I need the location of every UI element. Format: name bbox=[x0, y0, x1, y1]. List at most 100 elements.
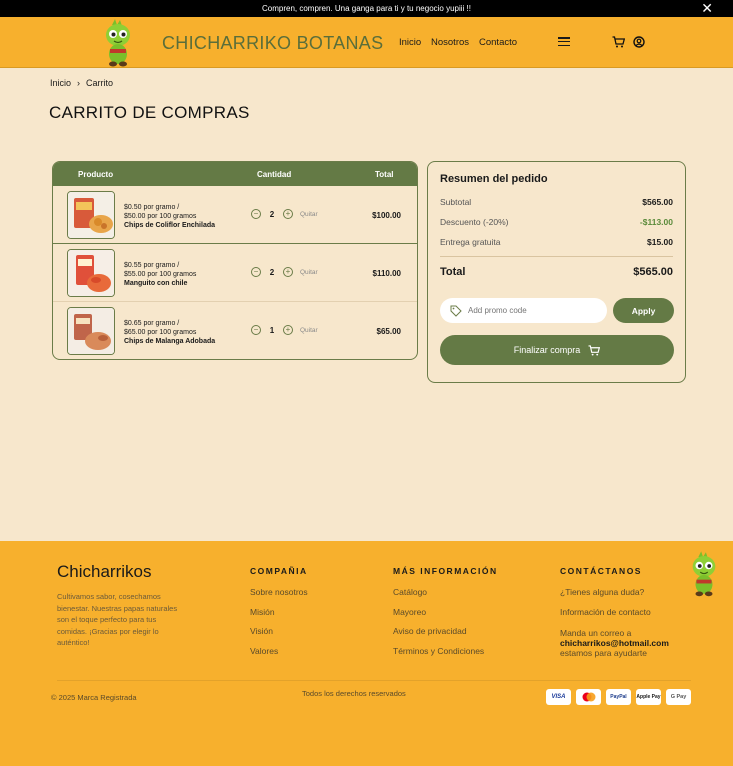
cart-icon bbox=[588, 344, 601, 356]
breadcrumb-current: Carrito bbox=[86, 78, 114, 88]
remove-button[interactable]: Quitar bbox=[300, 327, 318, 334]
copyright: © 2025 Marca Registrada bbox=[51, 693, 137, 702]
footer-link-mision[interactable]: Misión bbox=[250, 607, 308, 627]
decrease-qty-button[interactable]: − bbox=[251, 209, 261, 219]
footer-link-valores[interactable]: Valores bbox=[250, 646, 308, 666]
announcement-text: Compren, compren. Una ganga para ti y tu… bbox=[261, 4, 471, 13]
rights-text: Todos los derechos reservados bbox=[302, 689, 406, 698]
tag-icon bbox=[450, 305, 462, 317]
product-info: $0.55 por gramo / $55.00 por 100 gramos … bbox=[124, 261, 196, 288]
footer-link-terminos[interactable]: Términos y Condiciones bbox=[393, 646, 498, 666]
footer-link-contacto[interactable]: Información de contacto bbox=[560, 607, 669, 627]
line-total: $110.00 bbox=[372, 269, 401, 278]
order-summary: Resumen del pedido Subtotal $565.00 Desc… bbox=[427, 161, 686, 383]
price-per-100g: $65.00 por 100 gramos bbox=[124, 329, 197, 336]
paypal-icon: PayPal bbox=[606, 689, 631, 705]
footer-link-mayoreo[interactable]: Mayoreo bbox=[393, 607, 498, 627]
line-total: $65.00 bbox=[376, 327, 401, 336]
subtotal-line: Subtotal $565.00 bbox=[440, 197, 673, 207]
mascot-icon bbox=[692, 551, 716, 597]
price-per-100g: $50.00 por 100 gramos bbox=[124, 213, 197, 220]
header-quantity: Cantidad bbox=[257, 170, 292, 179]
close-icon[interactable]: ✕ bbox=[701, 1, 713, 15]
breadcrumb-home[interactable]: Inicio bbox=[50, 78, 71, 88]
footer-contact-col: CONTÁCTANOS ¿Tienes alguna duda? Informa… bbox=[560, 566, 669, 658]
product-name[interactable]: Manguito con chile bbox=[124, 279, 196, 288]
remove-button[interactable]: Quitar bbox=[300, 211, 318, 218]
footer-link-vision[interactable]: Visión bbox=[250, 626, 308, 646]
cart-icon[interactable] bbox=[612, 36, 625, 48]
contact-email[interactable]: chicharrikos@hotmail.com bbox=[560, 638, 669, 648]
discount-line: Descuento (-20%) -$113.00 bbox=[440, 217, 673, 227]
footer-link-catalogo[interactable]: Catálogo bbox=[393, 587, 498, 607]
checkout-label: Finalizar compra bbox=[513, 345, 581, 355]
product-image[interactable] bbox=[67, 307, 115, 355]
summary-divider bbox=[440, 256, 673, 257]
footer-mail-text: Manda un correo a chicharrikos@hotmail.c… bbox=[560, 628, 669, 658]
footer-company-title: COMPAÑIA bbox=[250, 566, 308, 576]
apple-pay-icon: Apple Pay bbox=[636, 689, 661, 705]
increase-qty-button[interactable]: + bbox=[283, 209, 293, 219]
quantity-value: 2 bbox=[269, 267, 275, 277]
footer-description: Cultivamos sabor, cosechamos bienestar. … bbox=[57, 592, 178, 647]
nav-contacto[interactable]: Contacto bbox=[479, 37, 517, 48]
quantity-stepper: − 1 + Quitar bbox=[251, 325, 318, 335]
chevron-right-icon: › bbox=[77, 78, 81, 88]
decrease-qty-button[interactable]: − bbox=[251, 325, 261, 335]
price-per-gram: $0.65 por gramo / bbox=[124, 320, 180, 327]
increase-qty-button[interactable]: + bbox=[283, 267, 293, 277]
footer-divider bbox=[57, 680, 691, 681]
increase-qty-button[interactable]: + bbox=[283, 325, 293, 335]
page-title: CARRITO DE COMPRAS bbox=[49, 103, 250, 122]
promo-input[interactable] bbox=[468, 306, 598, 315]
quantity-stepper: − 2 + Quitar bbox=[251, 209, 318, 219]
site-footer: Chicharrikos Cultivamos sabor, cosechamo… bbox=[0, 541, 733, 766]
nav-nosotros[interactable]: Nosotros bbox=[431, 37, 469, 48]
apply-button[interactable]: Apply bbox=[613, 298, 674, 323]
line-total: $100.00 bbox=[372, 211, 401, 220]
breadcrumb: Inicio › Carrito bbox=[50, 78, 113, 88]
delivery-line: Entrega gratuita $15.00 bbox=[440, 237, 673, 247]
cart-table-header: Producto Cantidad Total bbox=[53, 162, 417, 186]
product-info: $0.50 por gramo / $50.00 por 100 gramos … bbox=[124, 203, 215, 230]
payment-methods: VISA PayPal Apple Pay G Pay bbox=[546, 689, 691, 705]
mail-suffix: estamos para ayudarte bbox=[560, 648, 647, 658]
cart-row: $0.55 por gramo / $55.00 por 100 gramos … bbox=[53, 244, 417, 302]
promo-field[interactable] bbox=[440, 298, 607, 323]
footer-link-privacidad[interactable]: Aviso de privacidad bbox=[393, 626, 498, 646]
user-icon[interactable] bbox=[633, 36, 645, 48]
header-product: Producto bbox=[78, 170, 114, 179]
delivery-label: Entrega gratuita bbox=[440, 237, 501, 247]
total-value: $565.00 bbox=[633, 266, 673, 278]
subtotal-label: Subtotal bbox=[440, 197, 472, 207]
product-name[interactable]: Chips de Malanga Adobada bbox=[124, 337, 215, 346]
discount-value: -$113.00 bbox=[639, 217, 673, 227]
price-per-gram: $0.55 por gramo / bbox=[124, 262, 180, 269]
quantity-stepper: − 2 + Quitar bbox=[251, 267, 318, 277]
nav-inicio[interactable]: Inicio bbox=[399, 37, 421, 48]
footer-contact-title: CONTÁCTANOS bbox=[560, 566, 642, 576]
footer-link-duda[interactable]: ¿Tienes alguna duda? bbox=[560, 587, 669, 607]
footer-brand: Chicharrikos bbox=[57, 562, 152, 581]
mastercard-icon bbox=[576, 689, 601, 705]
menu-icon[interactable] bbox=[558, 37, 570, 47]
product-image[interactable] bbox=[67, 191, 115, 239]
subtotal-value: $565.00 bbox=[642, 197, 673, 207]
product-info: $0.65 por gramo / $65.00 por 100 gramos … bbox=[124, 319, 215, 346]
footer-company-col: COMPAÑIA Sobre nosotros Misión Visión Va… bbox=[250, 566, 308, 665]
cart-table: Producto Cantidad Total $0.50 por gramo … bbox=[52, 161, 418, 360]
product-image[interactable] bbox=[67, 249, 115, 297]
checkout-button[interactable]: Finalizar compra bbox=[440, 335, 674, 365]
price-per-100g: $55.00 por 100 gramos bbox=[124, 271, 197, 278]
brand-name[interactable]: CHICHARRIKO BOTANAS bbox=[162, 33, 383, 54]
mascot-logo-icon[interactable] bbox=[100, 19, 136, 67]
header-total: Total bbox=[375, 170, 394, 179]
footer-link-sobre-nosotros[interactable]: Sobre nosotros bbox=[250, 587, 308, 607]
remove-button[interactable]: Quitar bbox=[300, 269, 318, 276]
price-per-gram: $0.50 por gramo / bbox=[124, 204, 180, 211]
visa-icon: VISA bbox=[546, 689, 571, 705]
product-name[interactable]: Chips de Coliflor Enchilada bbox=[124, 221, 215, 230]
footer-info-title: MÁS INFORMACIÓN bbox=[393, 566, 498, 576]
decrease-qty-button[interactable]: − bbox=[251, 267, 261, 277]
delivery-value: $15.00 bbox=[647, 237, 673, 247]
